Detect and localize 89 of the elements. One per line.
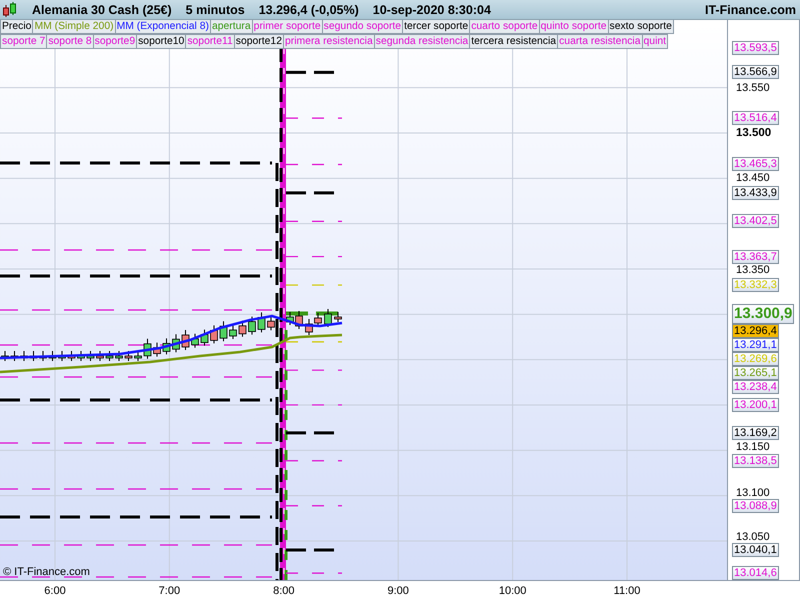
- price-label: 13.138,5: [732, 454, 779, 468]
- copyright-text: © IT-Finance.com: [3, 566, 90, 578]
- candle: [58, 350, 66, 362]
- candle: [10, 350, 18, 362]
- legend-item[interactable]: soporte 7: [0, 34, 48, 49]
- legend-item[interactable]: Precio: [0, 20, 34, 34]
- price-tick-label: 13.050: [736, 531, 770, 543]
- candle: [248, 316, 256, 336]
- candle: [210, 324, 218, 344]
- candle: [115, 350, 123, 362]
- price-label: 13.169,2: [732, 426, 779, 440]
- price-label: 13.296,4: [732, 324, 779, 338]
- candle: [153, 342, 161, 358]
- price-label: 13.088,9: [732, 498, 779, 513]
- candle: [144, 338, 152, 360]
- candle: [48, 350, 56, 362]
- price-tick-label: 13.150: [736, 441, 770, 454]
- price-label: 13.265,1: [732, 366, 779, 380]
- price-tick-label: 13.550: [736, 82, 770, 94]
- price-label: 13.200,1: [732, 398, 779, 412]
- price-label: 13.238,4: [732, 380, 779, 394]
- price-label: 13.363,7: [732, 250, 779, 264]
- price-label: 13.291,1: [732, 338, 779, 352]
- price-tick-label: 13.100: [736, 486, 770, 499]
- legend-item[interactable]: MM (Exponencial 8): [114, 20, 211, 34]
- time-tick-label: 11:00: [612, 585, 642, 597]
- candle: [334, 312, 342, 322]
- price-label: 13.566,9: [732, 65, 779, 80]
- price-label: 13.402,5: [732, 214, 779, 228]
- time-tick-label: 8:00: [272, 585, 296, 597]
- candle: [1, 350, 9, 362]
- legend-item[interactable]: segunda resistencia: [374, 34, 470, 49]
- price-tick-label: 13.500: [736, 127, 772, 139]
- candle: [200, 329, 208, 346]
- legend-item[interactable]: soporte12: [234, 34, 284, 49]
- site-name: IT-Finance.com: [705, 2, 796, 16]
- legend-item[interactable]: sexto soporte: [608, 20, 674, 34]
- legend-item[interactable]: soporte 8: [46, 34, 94, 49]
- legend-item[interactable]: soporte9: [92, 34, 138, 49]
- legend-item[interactable]: cuarto soporte: [469, 20, 540, 34]
- price-label: 13.593,5: [732, 41, 779, 56]
- candle: [106, 350, 114, 362]
- candle: [172, 334, 180, 353]
- chart-title: Alemania 30 Cash (25€): [32, 2, 172, 16]
- legend-item[interactable]: segundo soporte: [322, 20, 404, 34]
- candle: [96, 350, 104, 362]
- price-label: 13.465,3: [732, 157, 779, 172]
- candle: [229, 324, 237, 340]
- price-label: 13.433,9: [732, 186, 779, 200]
- legend-item[interactable]: quinto soporte: [538, 20, 608, 34]
- price-tick-label: 13.450: [736, 172, 770, 184]
- time-tick-label: 7:00: [158, 585, 182, 597]
- timestamp: 10-sep-2020 8:30:04: [372, 2, 491, 16]
- price-label: 13.040,1: [732, 542, 779, 557]
- candle: [182, 330, 190, 350]
- price-label: 13.516,4: [732, 111, 779, 126]
- candlestick-icon: [2, 2, 18, 18]
- candle: [68, 350, 76, 362]
- legend-item[interactable]: primer soporte: [252, 20, 323, 34]
- interval-label: 5 minutos: [186, 2, 245, 16]
- candle: [134, 350, 142, 362]
- candle: [220, 320, 228, 342]
- price-label: 13.269,6: [732, 352, 779, 366]
- legend-item[interactable]: soporte11: [185, 34, 235, 49]
- legend-item[interactable]: soporte10: [136, 34, 186, 49]
- candle: [77, 350, 85, 362]
- candle: [267, 316, 275, 331]
- legend-item[interactable]: quint: [642, 34, 668, 49]
- legend-item[interactable]: primera resistencia: [282, 34, 375, 49]
- price-label: 13.332,3: [732, 278, 779, 292]
- legend-item[interactable]: tercera resistencia: [469, 34, 558, 49]
- price-label: 13.014,6: [732, 566, 779, 580]
- legend-item[interactable]: MM (Simple 200): [32, 20, 116, 34]
- legend-item[interactable]: tercer soporte: [402, 20, 470, 34]
- time-tick-label: 6:00: [43, 585, 67, 597]
- candle: [162, 338, 170, 355]
- price-quote: 13.296,4 (-0,05%): [258, 2, 359, 16]
- candle: [238, 320, 246, 338]
- time-tick-label: 9:00: [386, 585, 410, 597]
- candle: [258, 312, 266, 333]
- candle: [191, 333, 199, 348]
- legend-item[interactable]: cuarta resistencia: [557, 34, 643, 49]
- time-tick-label: 10:00: [498, 585, 528, 597]
- candle: [124, 350, 132, 362]
- legend-item[interactable]: apertura: [210, 20, 253, 34]
- candle: [86, 350, 94, 362]
- candle: [324, 308, 332, 328]
- price-label: 13.300,9: [732, 304, 794, 324]
- price-tick-label: 13.350: [736, 264, 770, 276]
